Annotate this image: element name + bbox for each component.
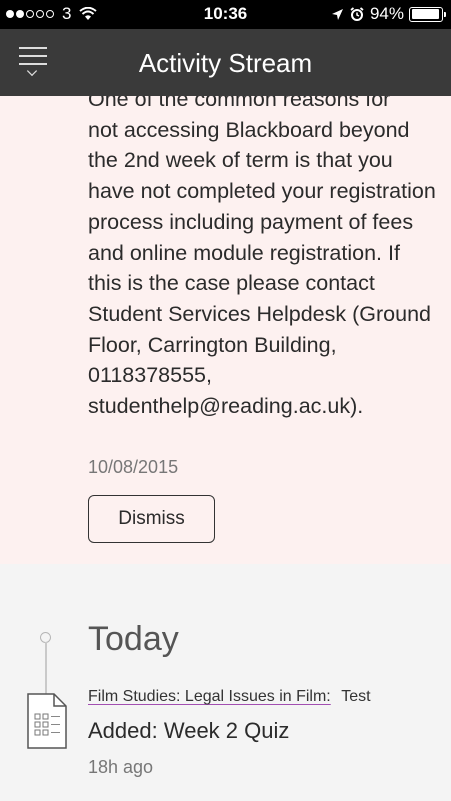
battery-percent: 94% <box>369 4 404 23</box>
stream-item-course-line: Film Studies: Legal Issues in Film: Test <box>88 688 371 706</box>
page-title: Activity Stream <box>138 48 313 78</box>
notice-card: One of the common reasons for not access… <box>0 96 451 564</box>
battery-icon <box>409 6 446 22</box>
nav-bar: Activity Stream <box>0 29 451 96</box>
battery-fill <box>411 9 439 19</box>
notice-text-block: One of the common reasons for not access… <box>88 96 438 422</box>
item-type: Test <box>341 688 371 705</box>
section-heading: Today <box>88 620 179 658</box>
course-link[interactable]: Film Studies: Legal Issues in Film: <box>88 688 331 705</box>
activity-stream: Today Film Studies: Legal Issues in Film… <box>0 564 451 801</box>
notice-date: 10/08/2015 <box>88 457 179 477</box>
timeline-line <box>45 642 47 694</box>
stream-item-title[interactable]: Added: Week 2 Quiz <box>88 718 289 744</box>
dismiss-button[interactable]: Dismiss <box>88 495 215 543</box>
notice-text-top-partial: One of the common reasons for <box>88 96 391 111</box>
status-bar: 3 10:36 94% <box>0 0 451 29</box>
stream-item-time: 18h ago <box>88 757 154 777</box>
alarm-clock-icon <box>350 7 364 21</box>
battery-tip <box>444 11 446 17</box>
status-right-group: 94% <box>331 4 446 24</box>
document-test-icon <box>27 693 67 749</box>
location-arrow-icon <box>331 8 343 20</box>
notice-text: not accessing Blackboard beyond the 2nd … <box>88 117 436 419</box>
